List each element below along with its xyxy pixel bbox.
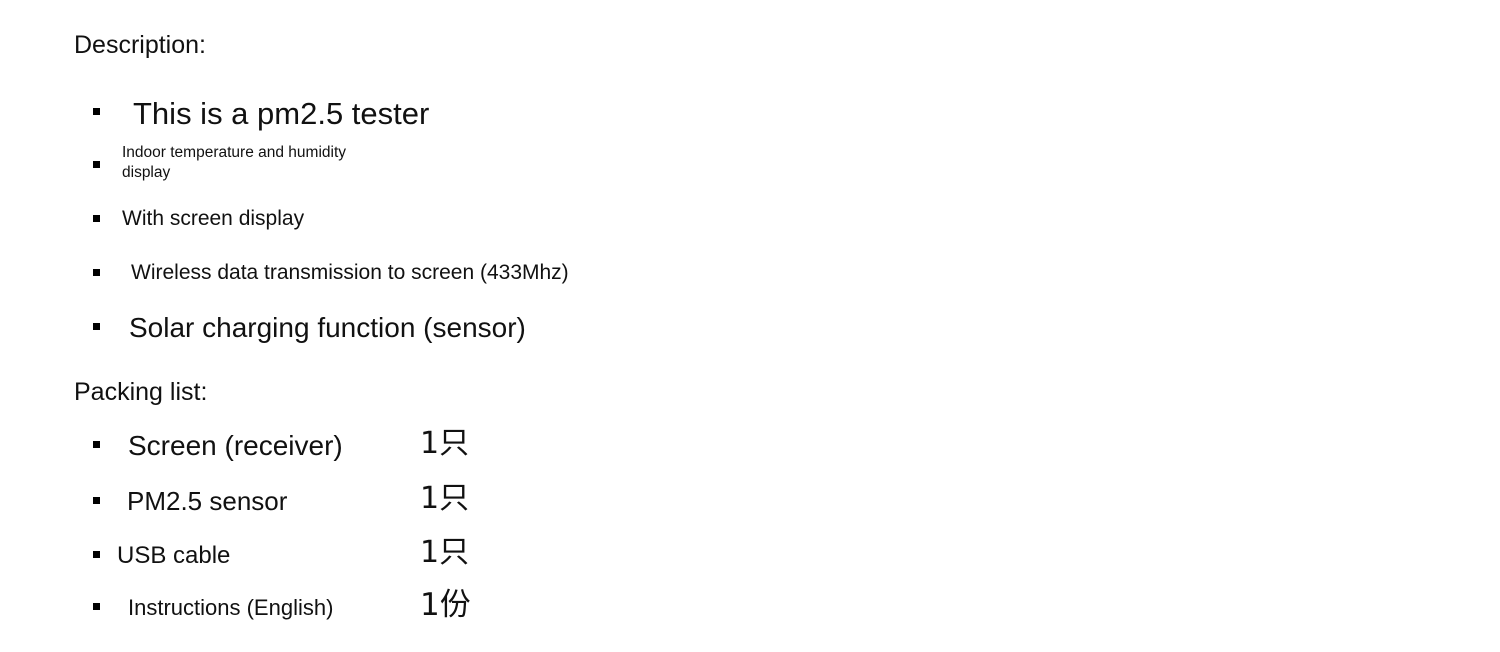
square-bullet-icon	[93, 441, 100, 448]
description-bullet-item: Wireless data transmission to screen (43…	[93, 260, 569, 285]
packing-list-item: Screen (receiver)	[93, 429, 343, 462]
packing-item-quantity: 1份	[420, 587, 471, 623]
square-bullet-icon	[93, 603, 100, 610]
description-heading: Description:	[74, 31, 206, 59]
packing-item-name: USB cable	[117, 542, 231, 569]
description-bullet-text: Indoor temperature and humidity display	[122, 144, 347, 181]
slide-canvas: Description: This is a pm2.5 tester Indo…	[0, 0, 1500, 652]
description-bullet-item: Solar charging function (sensor)	[93, 311, 526, 344]
packing-list-heading: Packing list:	[74, 378, 208, 406]
square-bullet-icon	[93, 551, 100, 558]
square-bullet-icon	[93, 215, 100, 222]
description-bullet-text: With screen display	[122, 207, 305, 230]
description-bullet-item: This is a pm2.5 tester	[93, 96, 429, 132]
description-bullet-text: Solar charging function (sensor)	[129, 312, 526, 343]
packing-list-item: Instructions (English)	[93, 594, 333, 621]
square-bullet-icon	[93, 323, 100, 330]
description-bullet-text: Wireless data transmission to screen (43…	[131, 261, 569, 284]
packing-list-item: PM2.5 sensor	[93, 486, 287, 517]
square-bullet-icon	[93, 269, 100, 276]
packing-item-quantity: 1只	[420, 481, 470, 516]
description-bullet-item: With screen display	[93, 206, 304, 231]
packing-item-name: Screen (receiver)	[128, 430, 343, 461]
packing-item-name: Instructions (English)	[128, 595, 334, 620]
packing-list-item: USB cable	[93, 541, 230, 570]
description-bullet-item: Indoor temperature and humidity display	[93, 143, 346, 183]
square-bullet-icon	[93, 108, 100, 115]
square-bullet-icon	[93, 497, 100, 504]
packing-item-quantity: 1只	[420, 535, 470, 570]
packing-item-quantity: 1只	[420, 426, 470, 461]
square-bullet-icon	[93, 161, 100, 168]
description-bullet-text: This is a pm2.5 tester	[133, 96, 430, 131]
packing-item-name: PM2.5 sensor	[127, 486, 288, 516]
